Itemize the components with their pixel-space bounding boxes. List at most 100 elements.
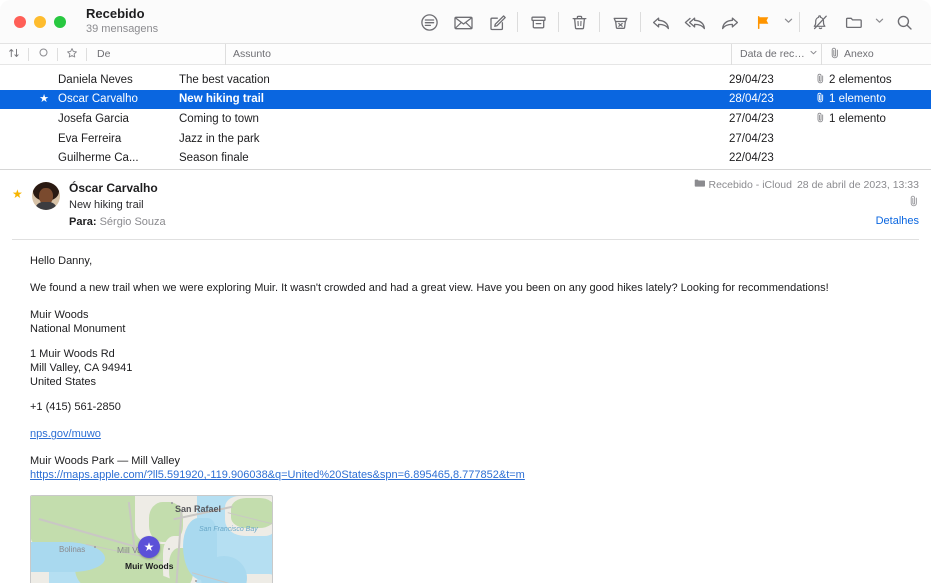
map-caption: Muir Woods Park — Mill Valley (30, 454, 919, 468)
body-address-line3: United States (30, 375, 919, 389)
row-subject: Season finale (176, 152, 724, 164)
zoom-button[interactable] (54, 16, 66, 28)
paperclip-icon (816, 92, 825, 106)
compose-icon (488, 13, 507, 32)
archive-icon (529, 13, 548, 32)
filter-button[interactable] (412, 7, 446, 37)
forward-icon (719, 13, 740, 32)
row-subject: The best vacation (176, 74, 724, 86)
minimize-button[interactable] (34, 16, 46, 28)
row-attachment-label: 1 elemento (829, 93, 886, 105)
body-address-block: 1 Muir Woods Rd Mill Valley, CA 94941 Un… (30, 347, 919, 389)
row-date: 28/04/23 (724, 93, 816, 105)
reply-icon (651, 13, 672, 32)
row-attachment: 1 elemento (816, 92, 931, 106)
column-header-subject[interactable]: Assunto (225, 44, 731, 65)
table-row[interactable]: Guilherme Ca... Season finale 22/04/23 (0, 148, 931, 168)
row-from: Josefa Garcia (58, 113, 176, 125)
mailbox-name: Recebido - iCloud (709, 179, 792, 191)
body-place-block: Muir Woods National Monument (30, 308, 919, 336)
website-link[interactable]: nps.gov/muwo (30, 428, 101, 440)
row-from: Guilherme Ca... (58, 152, 176, 164)
map-url-link[interactable]: https://maps.apple.com/?ll5.591920,-119.… (30, 469, 525, 481)
table-row[interactable]: Eva Ferreira Jazz in the park 27/04/23 (0, 129, 931, 149)
row-from: Eva Ferreira (58, 133, 176, 145)
details-link[interactable]: Detalhes (694, 215, 920, 227)
body-website-line: nps.gov/muwo (30, 427, 919, 443)
map-label-bolinas: Bolinas (59, 544, 85, 556)
reply-button[interactable] (644, 7, 678, 37)
forward-button[interactable] (712, 7, 746, 37)
row-subject: New hiking trail (176, 93, 724, 105)
message-body: Hello Danny, We found a new trail when w… (0, 240, 931, 583)
row-date: 27/04/23 (724, 133, 816, 145)
mail-icon (453, 13, 474, 32)
move-to-button[interactable] (837, 7, 871, 37)
unread-column-button[interactable] (29, 44, 57, 65)
row-date: 29/04/23 (724, 74, 816, 86)
row-date: 22/04/23 (724, 152, 816, 164)
column-header-attachment[interactable]: Anexo (821, 44, 931, 65)
row-date: 27/04/23 (724, 113, 816, 125)
get-mail-button[interactable] (446, 7, 480, 37)
message-list-header: De Assunto Data de rece... Anexo (0, 44, 931, 65)
chevron-down-icon (874, 13, 885, 31)
toolbar-separator (799, 12, 800, 32)
column-header-from[interactable]: De (87, 48, 225, 60)
body-address-line1: 1 Muir Woods Rd (30, 347, 919, 361)
body-paragraph: We found a new trail when we were explor… (30, 281, 919, 297)
table-row-selected[interactable]: ★ Óscar Carvalho New hiking trail 28/04/… (0, 90, 931, 110)
message-list[interactable]: Daniela Neves The best vacation 29/04/23… (0, 65, 931, 170)
body-place-name: Muir Woods (30, 308, 919, 322)
map-label-muir-woods: Muir Woods (125, 560, 173, 572)
column-header-date-label: Data de rece... (740, 44, 806, 65)
search-icon (895, 13, 914, 32)
body-place-type: National Monument (30, 322, 919, 336)
message-header-text: Óscar Carvalho New hiking trail Para: Sé… (69, 180, 166, 236)
row-attachment-label: 2 elementos (829, 74, 892, 86)
column-header-attachment-label: Anexo (844, 48, 874, 60)
mute-button[interactable] (803, 7, 837, 37)
table-row[interactable]: Daniela Neves The best vacation 29/04/23… (0, 70, 931, 90)
star-outline-icon (66, 47, 78, 62)
message-timestamp: 28 de abril de 2023, 13:33 (797, 179, 919, 191)
chevron-down-icon (783, 13, 794, 31)
chevron-down-icon (809, 44, 818, 65)
mail-window: Recebido 39 mensagens (0, 0, 931, 583)
sender-name: Óscar Carvalho (69, 180, 166, 196)
toolbar-separator (599, 12, 600, 32)
column-header-date[interactable]: Data de rece... (731, 44, 821, 65)
trash-icon (570, 13, 589, 32)
flag-dropdown-button[interactable] (780, 7, 796, 37)
table-row[interactable]: Josefa Garcia Coming to town 27/04/23 1 … (0, 109, 931, 129)
row-attachment: 2 elementos (816, 73, 931, 87)
body-phone: +1 (415) 561-2850 (30, 400, 919, 416)
map-thumbnail[interactable]: San Rafael San Francisco Bay Bolinas Mil… (30, 495, 273, 583)
recipient-line: Para: Sérgio Souza (69, 215, 166, 230)
search-button[interactable] (887, 7, 921, 37)
mailbox-folder-icon (694, 178, 705, 191)
reply-all-button[interactable] (678, 7, 712, 37)
row-flag-cell[interactable]: ★ (0, 94, 58, 105)
message-flag-star[interactable]: ★ (12, 180, 32, 236)
delete-button[interactable] (562, 7, 596, 37)
message-count: 39 mensagens (86, 23, 158, 36)
message-meta-line: Recebido - iCloud 28 de abril de 2023, 1… (694, 178, 920, 191)
move-dropdown-button[interactable] (871, 7, 887, 37)
toolbar-separator (558, 12, 559, 32)
row-subject: Jazz in the park (176, 133, 724, 145)
avatar (32, 182, 60, 210)
row-attachment: 1 elemento (816, 112, 931, 126)
flag-button[interactable] (746, 7, 780, 37)
archive-button[interactable] (521, 7, 555, 37)
attachment-indicator[interactable] (694, 195, 920, 210)
flag-column-button[interactable] (58, 44, 86, 65)
junk-button[interactable] (603, 7, 637, 37)
close-button[interactable] (14, 16, 26, 28)
compose-button[interactable] (480, 7, 514, 37)
map-url-line: https://maps.apple.com/?ll5.591920,-119.… (30, 468, 919, 484)
body-greeting: Hello Danny, (30, 254, 919, 270)
paperclip-icon (909, 198, 919, 210)
sort-order-button[interactable] (0, 44, 28, 65)
toolbar-separator (640, 12, 641, 32)
